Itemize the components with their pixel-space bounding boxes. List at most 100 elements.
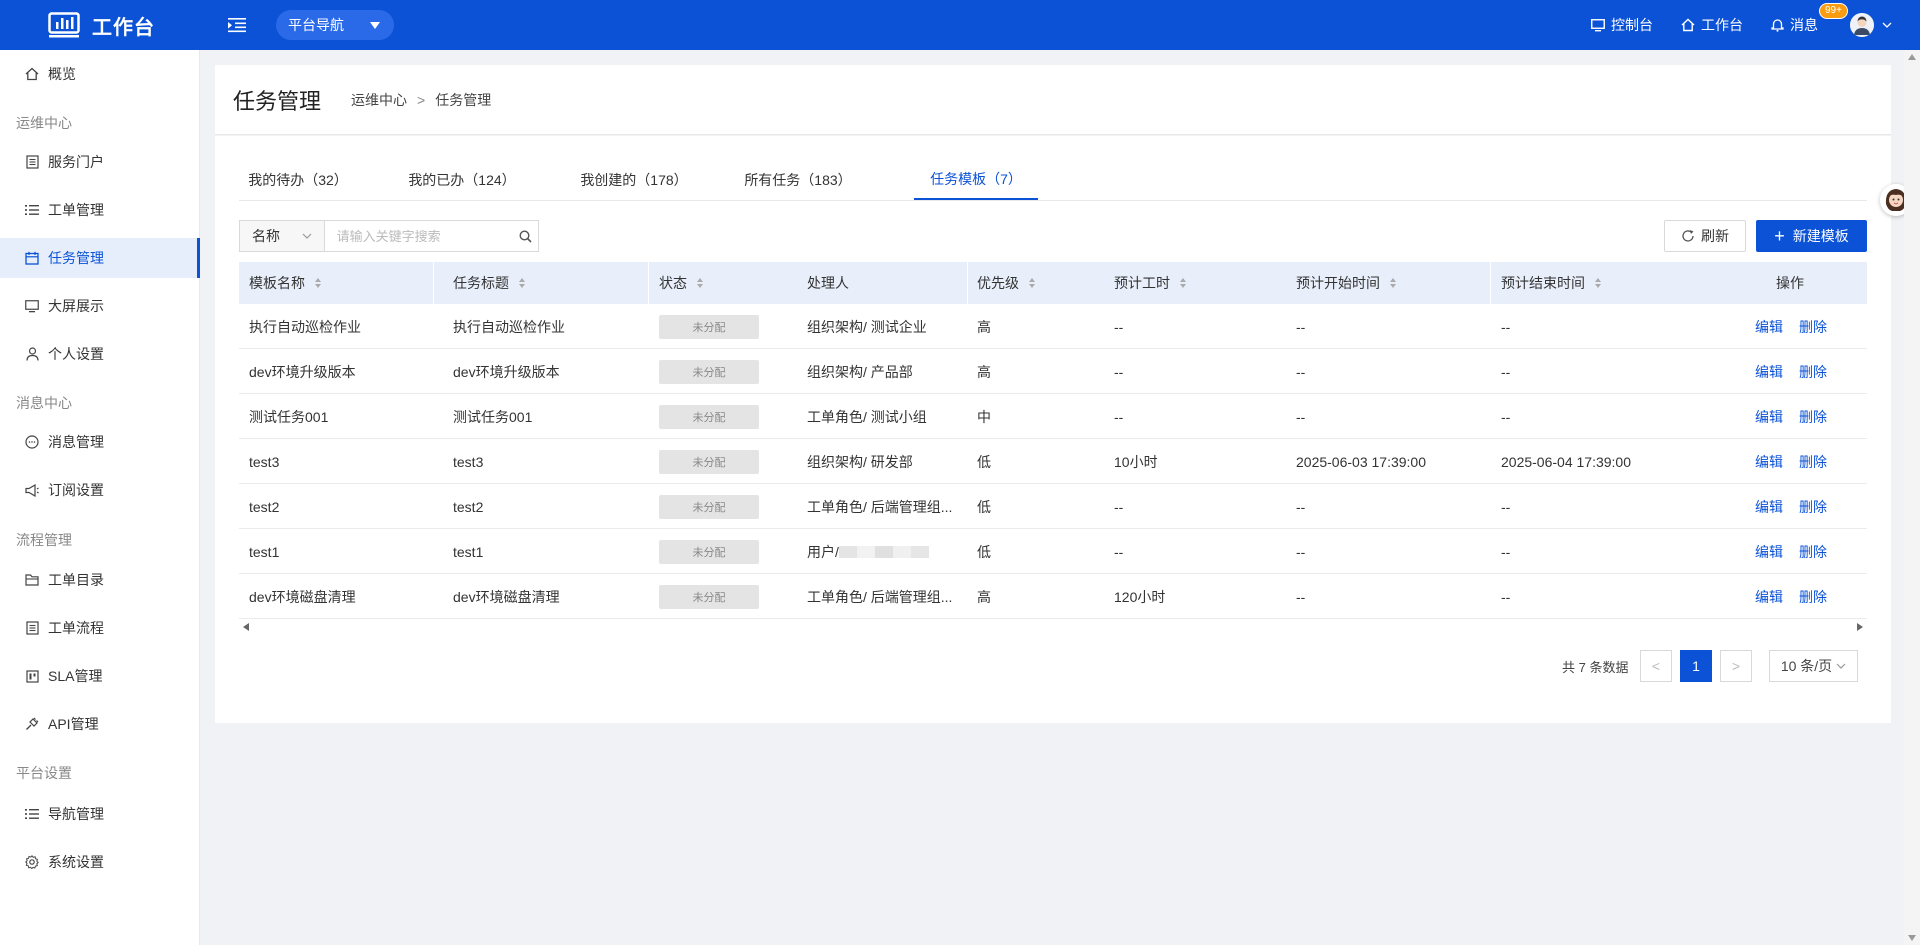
table-row: test3 test3 未分配 组织架构/ 研发部 低 10小时 2025-06… — [239, 439, 1867, 484]
messages-link[interactable]: 消息 99+ — [1771, 3, 1848, 35]
sort-icon[interactable] — [1595, 278, 1601, 288]
cell-est-end: -- — [1501, 588, 1511, 605]
sort-icon[interactable] — [1029, 278, 1035, 288]
sidebar-item-api[interactable]: API管理 — [0, 704, 200, 744]
scroll-down-icon[interactable] — [1908, 935, 1916, 941]
cell-task-title: 测试任务001 — [453, 408, 533, 425]
sort-icon[interactable] — [697, 278, 703, 288]
tab-all-tasks[interactable]: 所有任务（183） — [735, 160, 861, 200]
status-badge: 未分配 — [659, 584, 759, 609]
cell-operations: 编辑 删除 — [1755, 304, 1827, 349]
platform-nav-dropdown[interactable]: 平台导航 — [276, 10, 394, 40]
console-link[interactable]: 控制台 — [1591, 15, 1653, 35]
delete-link[interactable]: 删除 — [1799, 497, 1827, 517]
sidebar-group-ops: 运维中心 — [16, 115, 72, 131]
delete-link[interactable]: 删除 — [1799, 362, 1827, 382]
sort-icon[interactable] — [1390, 278, 1396, 288]
cell-operations: 编辑 删除 — [1755, 349, 1827, 394]
edit-link[interactable]: 编辑 — [1755, 362, 1783, 382]
menu-collapse-icon[interactable] — [222, 10, 252, 40]
cell-est-end: -- — [1501, 543, 1511, 560]
sort-icon[interactable] — [315, 278, 321, 288]
prev-page-button[interactable]: < — [1640, 650, 1672, 682]
col-label: 预计开始时间 — [1296, 275, 1380, 291]
chevron-down-icon — [1836, 663, 1846, 669]
status-badge: 未分配 — [659, 449, 759, 474]
sidebar-group-flow: 流程管理 — [16, 532, 72, 548]
cell-est-hours: -- — [1114, 543, 1124, 560]
messages-label: 消息 — [1790, 17, 1818, 33]
delete-link[interactable]: 删除 — [1799, 587, 1827, 607]
sidebar-item-overview[interactable]: 概览 — [0, 54, 200, 94]
sidebar-item-big-screen[interactable]: 大屏展示 — [0, 286, 200, 326]
cell-template-name: test2 — [249, 498, 280, 515]
scroll-left-icon[interactable] — [243, 623, 249, 631]
breadcrumb-parent[interactable]: 运维中心 — [351, 90, 407, 110]
sort-icon[interactable] — [1180, 278, 1186, 288]
tab-my-done[interactable]: 我的已办（124） — [395, 160, 529, 200]
search-bar: 名称 — [239, 220, 539, 252]
sidebar-item-nav-mgmt[interactable]: 导航管理 — [0, 794, 200, 834]
delete-link[interactable]: 删除 — [1799, 542, 1827, 562]
sidebar-item-ticket-flow[interactable]: 工单流程 — [0, 608, 200, 648]
sidebar-item-ticket-mgmt[interactable]: 工单管理 — [0, 190, 200, 230]
tab-my-todo[interactable]: 我的待办（32） — [239, 160, 357, 200]
cell-handler: 组织架构/ 测试企业 — [807, 318, 927, 335]
search-icon[interactable] — [513, 221, 538, 251]
cell-template-name: dev环境磁盘清理 — [249, 588, 356, 605]
sidebar-item-task-mgmt[interactable]: 任务管理 — [0, 238, 200, 278]
edit-link[interactable]: 编辑 — [1755, 317, 1783, 337]
new-template-button[interactable]: + 新建模板 — [1756, 220, 1867, 252]
search-input[interactable] — [324, 221, 513, 251]
search-field-select[interactable]: 名称 — [240, 221, 325, 251]
cell-est-end: -- — [1501, 363, 1511, 380]
delete-link[interactable]: 删除 — [1799, 452, 1827, 472]
page-size-select[interactable]: 10 条/页 — [1769, 650, 1858, 682]
next-page-button[interactable]: > — [1720, 650, 1752, 682]
cell-status: 未分配 — [659, 394, 759, 439]
sidebar-item-label: 订阅设置 — [48, 482, 104, 498]
tab-task-templates[interactable]: 任务模板（7） — [914, 160, 1038, 200]
cell-est-start: -- — [1296, 498, 1306, 515]
table-horizontal-scrollbar[interactable] — [239, 620, 1867, 634]
table-row: 执行自动巡检作业 执行自动巡检作业 未分配 组织架构/ 测试企业 高 -- --… — [239, 304, 1867, 349]
sidebar-item-personal-settings[interactable]: 个人设置 — [0, 334, 200, 374]
page-scrollbar[interactable] — [1904, 50, 1920, 945]
col-priority: 优先级 — [977, 262, 1035, 304]
scroll-up-icon[interactable] — [1908, 54, 1916, 60]
edit-link[interactable]: 编辑 — [1755, 587, 1783, 607]
edit-link[interactable]: 编辑 — [1755, 542, 1783, 562]
tab-my-created[interactable]: 我创建的（178） — [567, 160, 701, 200]
sidebar: 概览 运维中心 服务门户 工单管理 任务管理 大屏展示 个人设置 消息中心 消息… — [0, 50, 200, 945]
sidebar-item-msg-mgmt[interactable]: 消息管理 — [0, 422, 200, 462]
workbench-link[interactable]: 工作台 — [1681, 15, 1743, 35]
sidebar-item-label: 工单管理 — [48, 202, 104, 218]
cell-priority: 低 — [977, 543, 991, 560]
page-title: 任务管理 — [233, 88, 322, 114]
edit-link[interactable]: 编辑 — [1755, 452, 1783, 472]
document-icon — [24, 620, 40, 636]
sidebar-item-sla[interactable]: SLA管理 — [0, 656, 200, 696]
user-menu[interactable] — [1850, 13, 1892, 37]
delete-link[interactable]: 删除 — [1799, 407, 1827, 427]
page-1-button[interactable]: 1 — [1680, 650, 1712, 682]
sidebar-item-service-portal[interactable]: 服务门户 — [0, 142, 200, 182]
sidebar-item-subscription[interactable]: 订阅设置 — [0, 470, 200, 510]
sidebar-item-ticket-catalog[interactable]: 工单目录 — [0, 560, 200, 600]
column-divider — [967, 262, 968, 304]
cell-task-title: test2 — [453, 498, 484, 515]
edit-link[interactable]: 编辑 — [1755, 497, 1783, 517]
edit-link[interactable]: 编辑 — [1755, 407, 1783, 427]
sort-icon[interactable] — [519, 278, 525, 288]
refresh-icon — [1682, 230, 1694, 242]
col-label: 任务标题 — [453, 275, 509, 291]
sidebar-item-label: SLA管理 — [48, 668, 103, 684]
cell-task-title: dev环境磁盘清理 — [453, 588, 560, 605]
delete-link[interactable]: 删除 — [1799, 317, 1827, 337]
refresh-label: 刷新 — [1701, 228, 1729, 244]
refresh-button[interactable]: 刷新 — [1664, 220, 1746, 252]
table-row: test1 test1 未分配 用户/ 低 -- -- -- 编辑 删除 — [239, 529, 1867, 574]
sidebar-item-sys-settings[interactable]: 系统设置 — [0, 842, 200, 882]
brand[interactable]: 工作台 — [48, 11, 218, 40]
scroll-right-icon[interactable] — [1857, 623, 1863, 631]
